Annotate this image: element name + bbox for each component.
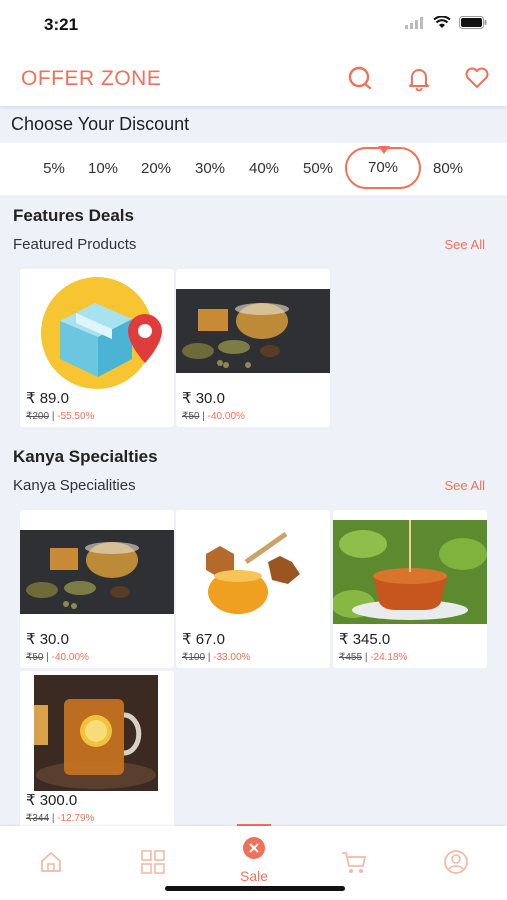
discount-percent: -55.50% [57, 411, 95, 422]
kanya-title: Kanya Specialties [13, 447, 158, 466]
discount-option[interactable]: 10% [78, 160, 128, 177]
grid-icon[interactable] [139, 848, 167, 876]
discount-option[interactable]: 5% [29, 160, 79, 177]
tea-cup-photo [333, 514, 487, 630]
kanya-see-all-link[interactable]: See All [445, 478, 485, 493]
honey-photo [176, 514, 330, 630]
original-price: ₹50 [26, 652, 44, 663]
kanya-subtitle: Kanya Specialities [13, 477, 136, 494]
product-discount: ₹50 | -40.00% [26, 652, 89, 663]
discount-option[interactable]: 20% [131, 160, 181, 177]
bell-icon[interactable] [405, 64, 433, 92]
profile-icon[interactable] [442, 848, 470, 876]
product-card[interactable]: ₹ 30.0 ₹50 | -40.00% [176, 269, 330, 427]
product-card[interactable]: ₹ 30.0 ₹50 | -40.00% [20, 510, 174, 668]
original-price: ₹455 [339, 652, 363, 663]
original-price: ₹100 [182, 652, 206, 663]
status-time: 3:21 [44, 15, 79, 34]
product-discount: ₹50 | -40.00% [182, 411, 245, 422]
discount-bar: 5% 10% 20% 30% 40% 50% 70% 80% [0, 143, 507, 195]
wifi-icon [433, 16, 451, 28]
discount-title: Choose Your Discount [11, 114, 190, 134]
discount-option[interactable]: 30% [185, 160, 235, 177]
battery-icon [459, 16, 487, 29]
home-indicator [165, 886, 345, 891]
page-title: OFFER ZONE [21, 67, 162, 90]
discount-percent: -24.18% [370, 652, 408, 663]
signal-icon [405, 16, 423, 29]
product-discount: ₹200 | -55.50% [26, 411, 95, 422]
cart-icon[interactable] [340, 848, 368, 876]
heart-icon[interactable] [463, 64, 491, 92]
product-price: ₹ 30.0 [26, 631, 69, 648]
product-price: ₹ 345.0 [339, 631, 391, 648]
product-card[interactable]: ₹ 67.0 ₹100 | -33.00% [176, 510, 330, 668]
original-price: ₹200 [26, 411, 50, 422]
discount-percent: -40.00% [207, 411, 245, 422]
product-price: ₹ 89.0 [26, 390, 69, 407]
featured-subtitle: Featured Products [13, 236, 137, 253]
featured-title: Features Deals [13, 206, 134, 225]
discount-percent: -40.00% [51, 652, 89, 663]
home-icon[interactable] [37, 848, 65, 876]
product-discount: ₹455 | -24.18% [339, 652, 408, 663]
original-price: ₹50 [182, 411, 200, 422]
product-price: ₹ 67.0 [182, 631, 225, 648]
product-card[interactable]: ₹ 89.0 ₹200 | -55.50% [20, 269, 174, 427]
discount-percent: -12.79% [57, 813, 95, 824]
product-discount: ₹344 | -12.79% [26, 813, 95, 824]
discount-option[interactable]: 80% [423, 160, 473, 177]
tea-spices-photo [176, 273, 330, 389]
sale-label[interactable]: Sale [237, 868, 271, 884]
discount-percent: -33.00% [213, 652, 251, 663]
delivery-box-icon [20, 273, 174, 389]
original-price: ₹344 [26, 813, 50, 824]
featured-see-all-link[interactable]: See All [445, 237, 485, 252]
product-discount: ₹100 | -33.00% [182, 652, 251, 663]
discount-option[interactable]: 40% [239, 160, 289, 177]
app-header: OFFER ZONE [0, 50, 507, 106]
product-price: ₹ 300.0 [26, 792, 78, 809]
selected-indicator [378, 146, 390, 154]
discount-option[interactable]: 50% [293, 160, 343, 177]
product-card[interactable]: ₹ 345.0 ₹455 | -24.18% [333, 510, 487, 668]
status-icons [405, 16, 487, 29]
product-price: ₹ 30.0 [182, 390, 225, 407]
lemon-tea-photo [20, 675, 174, 791]
product-card[interactable]: ₹ 300.0 ₹344 | -12.79% [20, 671, 174, 829]
tea-spices-photo [20, 514, 174, 630]
search-icon[interactable] [346, 64, 374, 92]
sale-icon[interactable] [240, 834, 268, 862]
status-bar: 3:21 [0, 0, 507, 50]
